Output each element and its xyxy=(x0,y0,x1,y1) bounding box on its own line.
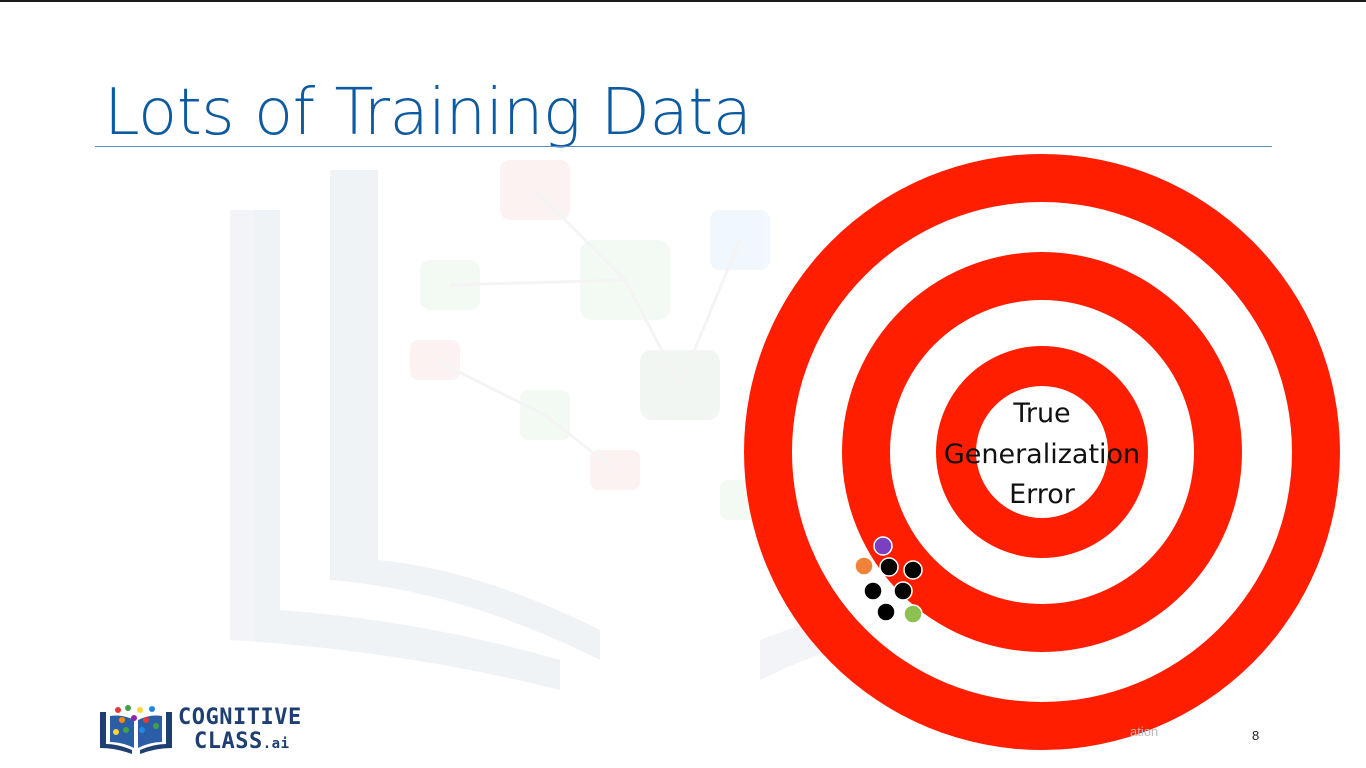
target-label-line-3: Error xyxy=(1009,479,1076,510)
shot-marker xyxy=(903,604,923,624)
logo-ai-suffix: .ai xyxy=(262,736,290,752)
book-network-icon xyxy=(100,705,172,754)
footer-text: ation xyxy=(1130,724,1159,739)
bullseye-target: True Generalization Error xyxy=(744,154,1340,750)
page-number: 8 xyxy=(1252,728,1260,743)
target-label-line-2: Generalization xyxy=(944,439,1140,470)
shot-marker xyxy=(863,581,883,601)
shot-marker xyxy=(879,557,899,577)
target-label-line-1: True xyxy=(1012,398,1070,429)
shot-marker xyxy=(876,602,896,622)
logo-line-2: CLASS.ai xyxy=(178,730,302,756)
logo-line-1: COGNITIVE xyxy=(178,705,302,730)
shot-marker xyxy=(903,560,923,580)
cognitive-class-logo: COGNITIVE CLASS.ai xyxy=(96,704,316,756)
shot-marker xyxy=(873,536,893,556)
logo-wordmark: COGNITIVE CLASS.ai xyxy=(178,706,302,756)
shot-marker xyxy=(854,556,874,576)
logo-class-text: CLASS xyxy=(194,729,263,754)
shot-marker xyxy=(893,581,913,601)
